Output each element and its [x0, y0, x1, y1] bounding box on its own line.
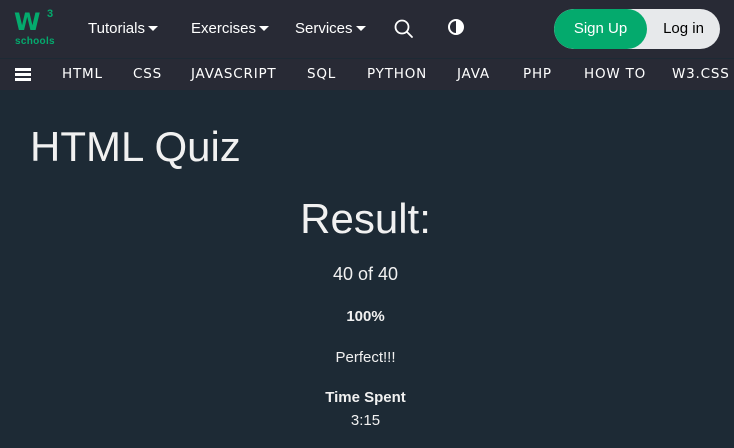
- menu-icon[interactable]: [15, 68, 31, 82]
- caret-down-icon: [259, 25, 270, 31]
- top-navigation-bar: W 3 schools Tutorials Exercises Services…: [0, 0, 734, 58]
- exercises-label: Exercises: [191, 20, 257, 37]
- services-label: Services: [295, 20, 353, 37]
- topic-html[interactable]: HTML: [62, 59, 103, 90]
- caret-down-icon: [355, 25, 366, 31]
- sign-up-button[interactable]: Sign Up: [554, 9, 647, 49]
- exercises-menu[interactable]: Exercises: [191, 19, 270, 39]
- topic-how-to[interactable]: HOW TO: [584, 59, 646, 90]
- topic-python[interactable]: PYTHON: [367, 59, 427, 90]
- logo-subtitle: schools: [15, 36, 55, 47]
- auth-buttons: Sign Up Log in: [554, 9, 720, 49]
- logo-mark: W: [14, 8, 41, 36]
- topics-navigation-bar: HTML CSS JAVASCRIPT SQL PYTHON JAVA PHP …: [0, 58, 734, 90]
- time-spent-label: Time Spent: [325, 389, 406, 406]
- caret-down-icon: [147, 25, 158, 31]
- topic-java[interactable]: JAVA: [457, 59, 490, 90]
- logo-superscript: 3: [47, 8, 54, 20]
- tutorials-label: Tutorials: [88, 20, 145, 37]
- quiz-score: 40 of 40: [332, 264, 399, 284]
- log-in-button[interactable]: Log in: [647, 9, 720, 49]
- services-menu[interactable]: Services: [295, 19, 366, 39]
- w3schools-logo[interactable]: W 3 schools: [14, 9, 56, 49]
- score-percentage: 100%: [346, 308, 385, 325]
- page-title: HTML Quiz: [30, 123, 241, 170]
- topic-javascript[interactable]: JAVASCRIPT: [191, 59, 276, 90]
- contrast-icon[interactable]: [446, 18, 468, 40]
- tutorials-menu[interactable]: Tutorials: [88, 19, 158, 39]
- topic-sql[interactable]: SQL: [307, 59, 336, 90]
- result-heading: Result:: [300, 195, 431, 242]
- topic-php[interactable]: PHP: [523, 59, 552, 90]
- topic-css[interactable]: CSS: [133, 59, 162, 90]
- result-verdict: Perfect!!!: [335, 349, 396, 366]
- topic-w3css[interactable]: W3.CSS: [672, 59, 730, 90]
- search-icon[interactable]: [393, 18, 415, 40]
- time-spent-value: 3:15: [350, 412, 381, 429]
